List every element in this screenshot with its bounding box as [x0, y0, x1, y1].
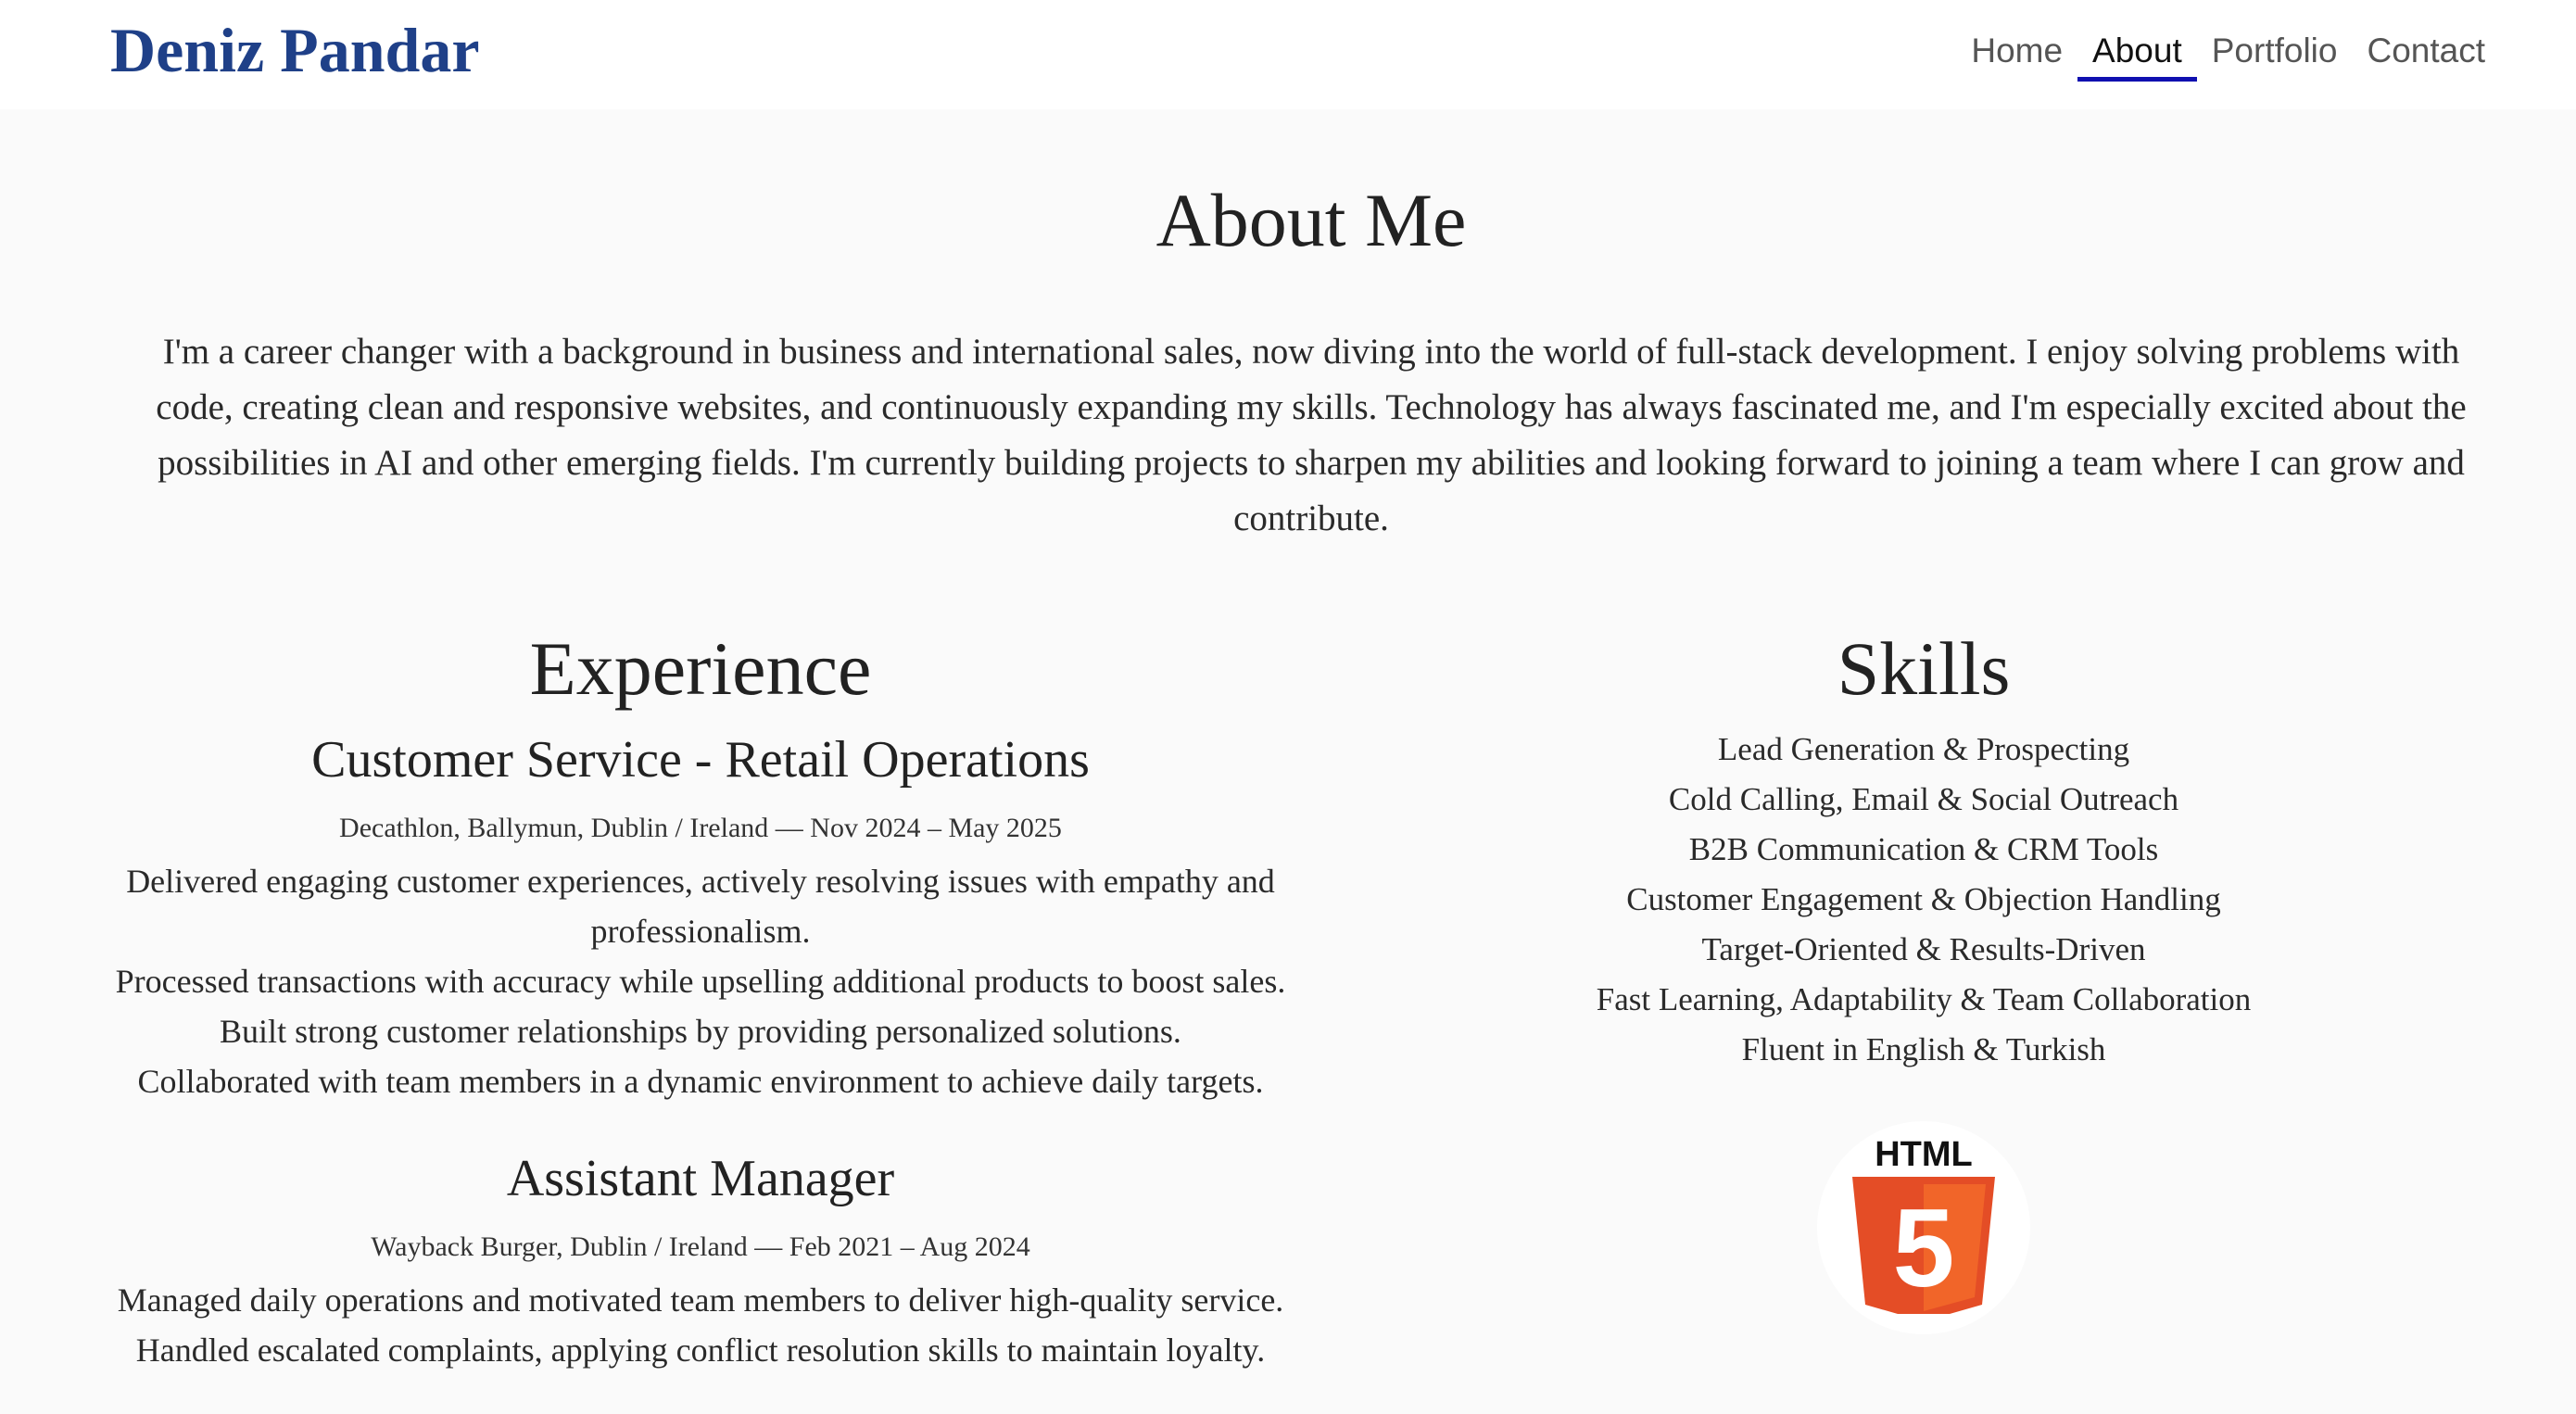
about-title: About Me — [1155, 178, 1467, 262]
about-text: I'm a career changer with a background i… — [156, 332, 2467, 538]
job-duty: Processed transactions with accuracy whi… — [115, 963, 1286, 1000]
nav-about[interactable]: About — [2077, 26, 2197, 82]
job-duty: Built strong customer relationships by p… — [220, 1013, 1181, 1050]
job-entry: Assistant Manager Wayback Burger, Dublin… — [102, 1143, 1299, 1375]
skill-item: Target-Oriented & Results-Driven — [1701, 931, 2146, 967]
job-duty: Handled escalated complaints, applying c… — [135, 1332, 1266, 1369]
navbar: Deniz Pandar Home About Portfolio Contac… — [0, 0, 2576, 109]
job-duty: Delivered engaging customer experiences,… — [126, 863, 1275, 950]
skill-item: B2B Communication & CRM Tools — [1688, 831, 2159, 867]
skills-section: Skills Lead Generation & Prospecting Col… — [1501, 623, 2346, 1334]
skill-list: Lead Generation & Prospecting Cold Calli… — [1501, 725, 2346, 1075]
skill-item: Lead Generation & Prospecting — [1717, 731, 2130, 767]
html5-logo-icon: HTML 5 — [1817, 1121, 2030, 1334]
nav-contact[interactable]: Contact — [2352, 26, 2500, 76]
skill-item: Fluent in English & Turkish — [1741, 1031, 2106, 1067]
nav-portfolio[interactable]: Portfolio — [2197, 26, 2353, 76]
html5-digit: 5 — [1893, 1186, 1955, 1310]
experience-title: Experience — [529, 626, 872, 711]
job-title: Customer Service - Retail Operations — [311, 731, 1090, 789]
html5-shield-icon: HTML 5 — [1852, 1135, 1995, 1314]
job-meta: Wayback Burger, Dublin / Ireland — Feb 2… — [371, 1231, 1030, 1262]
job-meta: Decathlon, Ballymun, Dublin / Ireland — … — [339, 813, 1062, 843]
nav-home[interactable]: Home — [1956, 26, 2077, 76]
html5-logo-text: HTML — [1875, 1135, 1973, 1174]
job-duty: Managed daily operations and motivated t… — [117, 1281, 1284, 1319]
nav-menu: Home About Portfolio Contact — [1956, 26, 2500, 82]
job-title: Assistant Manager — [506, 1150, 895, 1207]
job-entry: Customer Service - Retail Operations Dec… — [102, 725, 1299, 1106]
skills-title: Skills — [1837, 626, 2011, 711]
skill-item: Cold Calling, Email & Social Outreach — [1668, 781, 2179, 817]
skill-item: Fast Learning, Adaptability & Team Colla… — [1596, 981, 2252, 1017]
experience-section: Experience Customer Service - Retail Ope… — [102, 623, 1299, 1412]
brand-name[interactable]: Deniz Pandar — [110, 13, 480, 87]
job-duty: Collaborated with team members in a dyna… — [137, 1063, 1264, 1100]
skill-item: Customer Engagement & Objection Handling — [1626, 881, 2221, 917]
